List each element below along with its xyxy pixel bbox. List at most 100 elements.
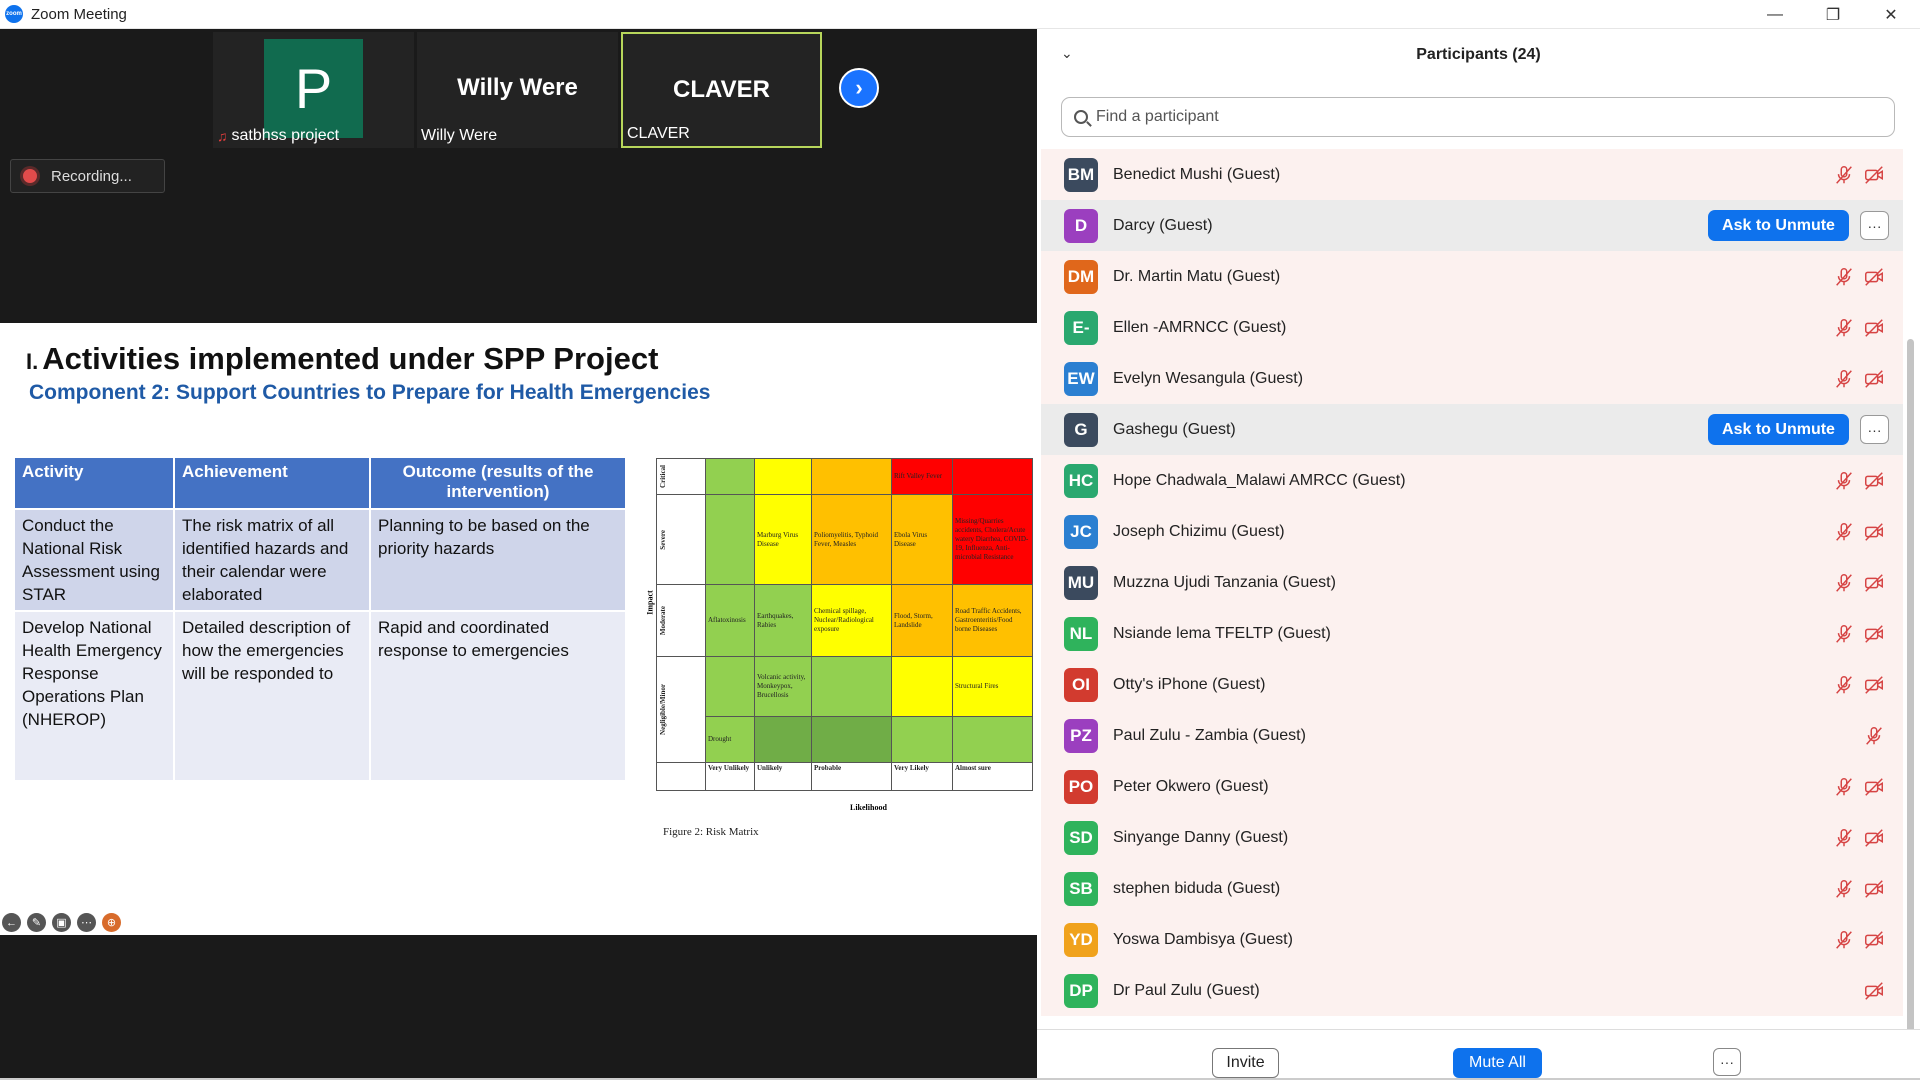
participant-row[interactable]: DM Dr. Martin Matu (Guest) xyxy=(1041,251,1903,302)
ask-to-unmute-button[interactable]: Ask to Unmute xyxy=(1708,210,1849,241)
participant-row[interactable]: HC Hope Chadwala_Malawi AMRCC (Guest) xyxy=(1041,455,1903,506)
participant-name: Otty's iPhone (Guest) xyxy=(1113,675,1266,693)
mic-muted-icon xyxy=(1833,164,1855,186)
video-strip: P ♫ satbhss project Willy Were Willy Wer… xyxy=(213,32,825,148)
participant-row[interactable]: JC Joseph Chizimu (Guest) xyxy=(1041,506,1903,557)
row-label: Severe xyxy=(659,529,667,550)
participant-row[interactable]: G Gashegu (Guest) Ask to Unmute ··· xyxy=(1041,404,1903,455)
mic-muted-icon xyxy=(1833,674,1855,696)
panel-footer: Invite Mute All ··· xyxy=(1037,1029,1920,1080)
figure-caption: Figure 2: Risk Matrix xyxy=(663,826,759,838)
video-tile[interactable]: Willy Were Willy Were xyxy=(417,32,618,148)
col-label: Probable xyxy=(811,762,892,791)
pen-icon[interactable]: ✎ xyxy=(27,913,46,932)
participant-row[interactable]: SB stephen biduda (Guest) xyxy=(1041,863,1903,914)
participant-row[interactable]: PO Peter Okwero (Guest) xyxy=(1041,761,1903,812)
participant-row[interactable]: YD Yoswa Dambisya (Guest) xyxy=(1041,914,1903,965)
slide-subtitle: Component 2: Support Countries to Prepar… xyxy=(29,381,711,404)
participant-row[interactable]: DP Dr Paul Zulu (Guest) xyxy=(1041,965,1903,1016)
ask-to-unmute-button[interactable]: Ask to Unmute xyxy=(1708,414,1849,445)
participant-more-button[interactable]: ··· xyxy=(1860,211,1889,240)
slide-title: I. Activities implemented under SPP Proje… xyxy=(26,341,659,376)
mute-all-button[interactable]: Mute All xyxy=(1453,1048,1542,1078)
participant-row[interactable]: PZ Paul Zulu - Zambia (Guest) xyxy=(1041,710,1903,761)
table-cell: Rapid and coordinated response to emerge… xyxy=(369,610,627,782)
recording-indicator[interactable]: Recording... xyxy=(10,159,165,193)
col-label: Unlikely xyxy=(754,762,812,791)
mic-muted-icon xyxy=(1833,572,1855,594)
likelihood-axis-label: Likelihood xyxy=(850,803,887,812)
participant-row[interactable]: OI Otty's iPhone (Guest) xyxy=(1041,659,1903,710)
table-row: Conduct the National Risk Assessment usi… xyxy=(13,508,627,612)
zoom-icon[interactable]: ⊕ xyxy=(102,913,121,932)
video-off-icon xyxy=(1863,521,1885,543)
back-icon[interactable]: ← xyxy=(2,913,21,932)
participant-row[interactable]: D Darcy (Guest) Ask to Unmute ··· xyxy=(1041,200,1903,251)
participant-name: Muzzna Ujudi Tanzania (Guest) xyxy=(1113,573,1336,591)
invite-button[interactable]: Invite xyxy=(1212,1048,1279,1078)
name-tag: CLAVER xyxy=(627,125,690,143)
participant-name: Gashegu (Guest) xyxy=(1113,420,1236,438)
avatar: P xyxy=(264,39,363,138)
avatar: SD xyxy=(1064,820,1098,855)
video-off-icon xyxy=(1863,623,1885,645)
participant-row[interactable]: NL Nsiande lema TFELTP (Guest) xyxy=(1041,608,1903,659)
matrix-cell: Poliomyelitis, Typhoid Fever, Measles xyxy=(811,494,892,585)
avatar: G xyxy=(1064,412,1098,447)
slide-toolbar: ← ✎ ▣ ⋯ ⊕ xyxy=(2,913,121,932)
matrix-cell: Rift Valley Fever xyxy=(891,458,953,495)
participant-row[interactable]: E- Ellen -AMRNCC (Guest) xyxy=(1041,302,1903,353)
mic-muted-icon xyxy=(1833,470,1855,492)
window-title: Zoom Meeting xyxy=(31,5,127,23)
close-button[interactable]: ✕ xyxy=(1862,0,1920,29)
matrix-cell: Flood, Storm, Landslide xyxy=(891,584,953,657)
avatar: SB xyxy=(1064,871,1098,906)
video-off-icon xyxy=(1863,470,1885,492)
scrollbar[interactable] xyxy=(1907,339,1914,1039)
search-input[interactable] xyxy=(1096,108,1876,126)
participants-panel: ⌄ Participants (24) BM Benedict Mushi (Gu… xyxy=(1037,29,1920,1080)
minimize-button[interactable]: — xyxy=(1746,0,1804,29)
participant-name: Dr. Martin Matu (Guest) xyxy=(1113,267,1281,285)
matrix-cell: Road Traffic Accidents, Gastroenteritis/… xyxy=(952,584,1033,657)
panel-title: Participants (24) xyxy=(1416,46,1541,63)
participant-row[interactable]: SD Sinyange Danny (Guest) xyxy=(1041,812,1903,863)
table-cell: Conduct the National Risk Assessment usi… xyxy=(13,508,175,612)
mic-muted-icon xyxy=(1833,623,1855,645)
participant-name: Hope Chadwala_Malawi AMRCC (Guest) xyxy=(1113,471,1406,489)
mic-muted-icon xyxy=(1833,317,1855,339)
participant-display-name: Willy Were xyxy=(457,74,578,101)
video-off-icon xyxy=(1863,929,1885,951)
participant-more-button[interactable]: ··· xyxy=(1860,415,1889,444)
video-off-icon xyxy=(1863,266,1885,288)
video-off-icon xyxy=(1863,164,1885,186)
col-label: Very Unlikely xyxy=(705,762,755,791)
matrix-cell: Drought xyxy=(705,716,755,763)
participant-name: Joseph Chizimu (Guest) xyxy=(1113,522,1285,540)
matrix-cell: Aflatoxinosis xyxy=(705,584,755,657)
participant-search[interactable] xyxy=(1061,97,1895,137)
matrix-cell: Marburg Virus Disease xyxy=(754,494,812,585)
more-options-button[interactable]: ··· xyxy=(1713,1048,1741,1076)
captions-icon[interactable]: ▣ xyxy=(52,913,71,932)
table-header: Achievement xyxy=(173,456,371,510)
participant-name: Willy Were xyxy=(421,127,498,144)
participant-row[interactable]: BM Benedict Mushi (Guest) xyxy=(1041,149,1903,200)
video-tile-active-speaker[interactable]: CLAVER CLAVER xyxy=(621,32,822,148)
avatar: BM xyxy=(1064,157,1098,192)
avatar: NL xyxy=(1064,616,1098,651)
participant-name: Dr Paul Zulu (Guest) xyxy=(1113,981,1260,999)
participant-name: Yoswa Dambisya (Guest) xyxy=(1113,930,1293,948)
col-label: Very Likely xyxy=(891,762,953,791)
participant-row[interactable]: MU Muzzna Ujudi Tanzania (Guest) xyxy=(1041,557,1903,608)
title-bar: zoom Zoom Meeting — ❐ ✕ xyxy=(0,0,1920,29)
table-cell: Detailed description of how the emergenc… xyxy=(173,610,371,782)
mic-muted-icon xyxy=(1833,878,1855,900)
next-page-button[interactable]: › xyxy=(839,68,879,108)
participant-row[interactable]: EW Evelyn Wesangula (Guest) xyxy=(1041,353,1903,404)
restore-button[interactable]: ❐ xyxy=(1804,0,1862,29)
video-off-icon xyxy=(1863,368,1885,390)
more-icon[interactable]: ⋯ xyxy=(77,913,96,932)
video-tile[interactable]: P ♫ satbhss project xyxy=(213,32,414,148)
participant-name: stephen biduda (Guest) xyxy=(1113,879,1281,897)
